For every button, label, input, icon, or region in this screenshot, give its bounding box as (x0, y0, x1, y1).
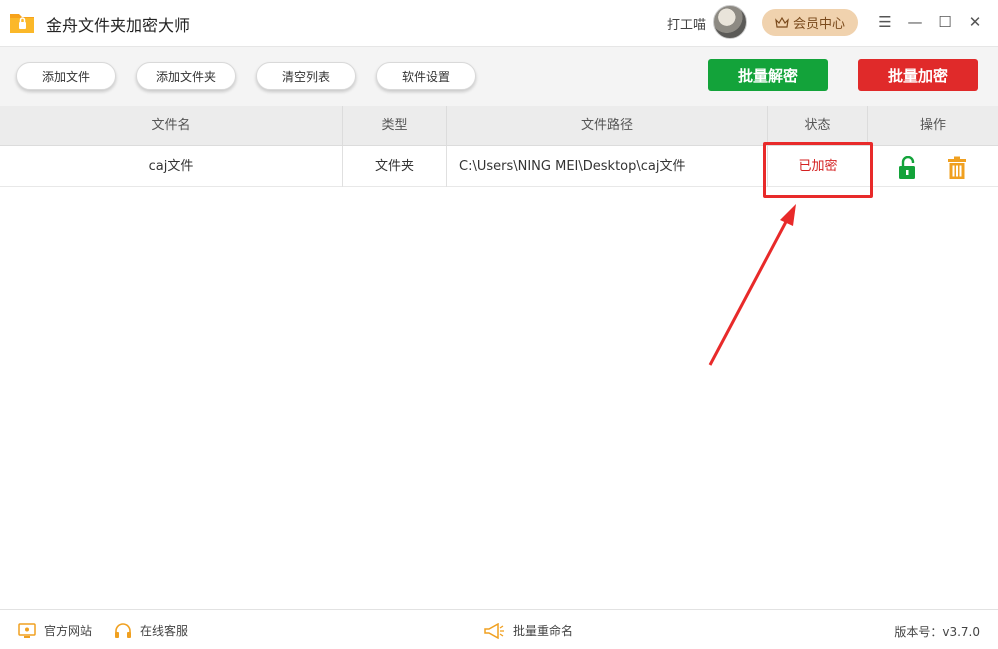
app-title: 金舟文件夹加密大师 (46, 16, 191, 35)
clear-list-button[interactable]: 清空列表 (256, 62, 356, 90)
minimize-icon[interactable]: — (904, 12, 926, 34)
batch-encrypt-button[interactable]: 批量加密 (858, 59, 978, 91)
row-filename: caj文件 (0, 146, 343, 187)
menu-icon[interactable]: ☰ (874, 12, 896, 34)
close-icon[interactable]: ✕ (964, 12, 986, 34)
trash-icon[interactable] (946, 156, 968, 180)
vip-center-label: 会员中心 (792, 17, 845, 32)
batch-decrypt-button[interactable]: 批量解密 (708, 59, 828, 91)
monitor-icon (18, 622, 36, 638)
support-link[interactable]: 在线客服 (114, 622, 188, 639)
crown-icon (775, 16, 789, 28)
batch-rename-link[interactable]: 批量重命名 (483, 622, 573, 639)
row-type: 文件夹 (343, 146, 447, 187)
settings-button[interactable]: 软件设置 (376, 62, 476, 90)
website-link[interactable]: 官方网站 (18, 622, 92, 639)
batch-rename-label: 批量重命名 (513, 624, 574, 638)
vip-center-button[interactable]: 会员中心 (762, 9, 858, 36)
headset-icon (115, 622, 131, 638)
maximize-icon[interactable]: ☐ (934, 12, 956, 34)
col-actions: 操作 (919, 118, 946, 133)
unlock-icon[interactable] (896, 156, 918, 180)
megaphone-icon (484, 622, 504, 639)
table-header: 文件名 类型 文件路径 状态 操作 (0, 106, 998, 146)
col-path: 文件路径 (447, 106, 768, 146)
version-label: 版本号：v3.7.0 (894, 625, 980, 639)
footer: 官方网站 在线客服 批量重命名 版本号：v3.7.0 (0, 609, 998, 649)
row-path: C:\Users\NING MEI\Desktop\caj文件 (447, 146, 768, 187)
user-name[interactable]: 打工喵 (667, 14, 706, 33)
toolbar: 添加文件 添加文件夹 清空列表 软件设置 批量解密 批量加密 (0, 46, 998, 106)
website-label: 官方网站 (44, 624, 93, 638)
avatar[interactable] (713, 5, 747, 39)
support-label: 在线客服 (140, 624, 189, 638)
col-filename: 文件名 (0, 106, 343, 146)
add-folder-button[interactable]: 添加文件夹 (136, 62, 236, 90)
add-file-button[interactable]: 添加文件 (16, 62, 116, 90)
app-logo-icon (10, 14, 34, 33)
status-highlight-box (763, 142, 873, 198)
title-bar: 金舟文件夹加密大师 打工喵 会员中心 ☰ — ☐ ✕ (0, 0, 998, 46)
col-type: 类型 (343, 106, 447, 146)
col-status: 状态 (768, 106, 868, 146)
